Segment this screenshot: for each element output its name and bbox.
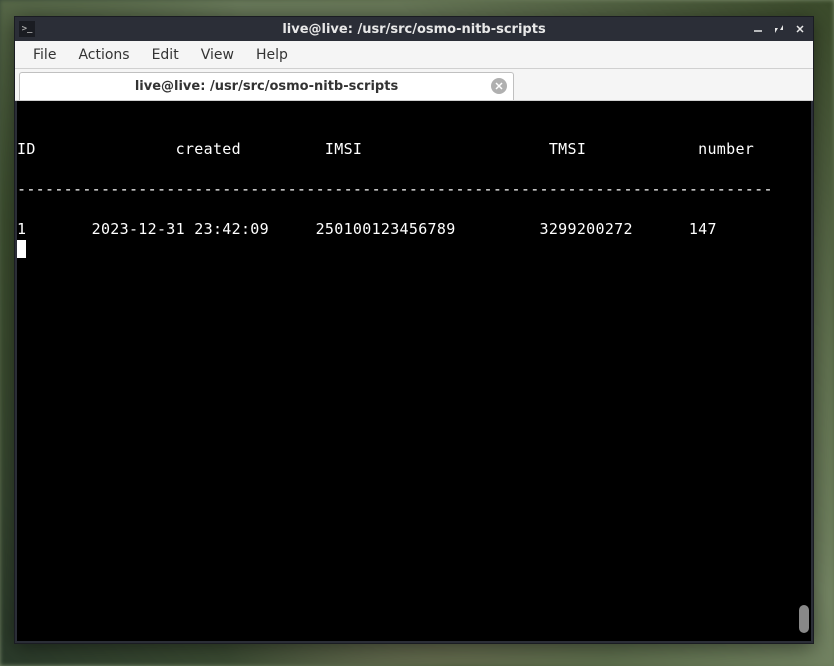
tab-terminal[interactable]: live@live: /usr/src/osmo-nitb-scripts: [19, 72, 514, 100]
maximize-icon: [774, 24, 784, 34]
titlebar[interactable]: >_ live@live: /usr/src/osmo-nitb-scripts: [15, 17, 813, 41]
menu-edit[interactable]: Edit: [142, 43, 189, 67]
terminal-output: ID created IMSI TMSI number ------------…: [17, 101, 811, 641]
menu-file[interactable]: File: [23, 43, 66, 67]
minimize-icon: [753, 24, 763, 34]
tabbar: live@live: /usr/src/osmo-nitb-scripts: [15, 69, 813, 101]
scrollbar-thumb[interactable]: [799, 605, 809, 633]
tab-label: live@live: /usr/src/osmo-nitb-scripts: [135, 79, 398, 94]
close-icon: [795, 24, 805, 34]
menubar: File Actions Edit View Help: [15, 41, 813, 69]
menu-view[interactable]: View: [191, 43, 244, 67]
header-line: ID created IMSI TMSI number: [17, 140, 754, 158]
maximize-button[interactable]: [770, 21, 788, 37]
close-button[interactable]: [791, 21, 809, 37]
minimize-button[interactable]: [749, 21, 767, 37]
data-row: 1 2023-12-31 23:42:09 250100123456789 32…: [17, 220, 717, 238]
menu-actions[interactable]: Actions: [68, 43, 139, 67]
terminal-area[interactable]: ID created IMSI TMSI number ------------…: [17, 101, 811, 641]
cursor: [17, 240, 26, 258]
window-title: live@live: /usr/src/osmo-nitb-scripts: [282, 22, 545, 37]
menu-help[interactable]: Help: [246, 43, 298, 67]
tab-close-button[interactable]: [491, 78, 507, 94]
window-controls: [749, 21, 809, 37]
divider-line: ----------------------------------------…: [17, 180, 773, 198]
terminal-icon: >_: [19, 21, 35, 37]
terminal-window: >_ live@live: /usr/src/osmo-nitb-scripts…: [14, 16, 814, 644]
close-icon: [495, 82, 503, 90]
scrollbar[interactable]: [799, 105, 809, 637]
